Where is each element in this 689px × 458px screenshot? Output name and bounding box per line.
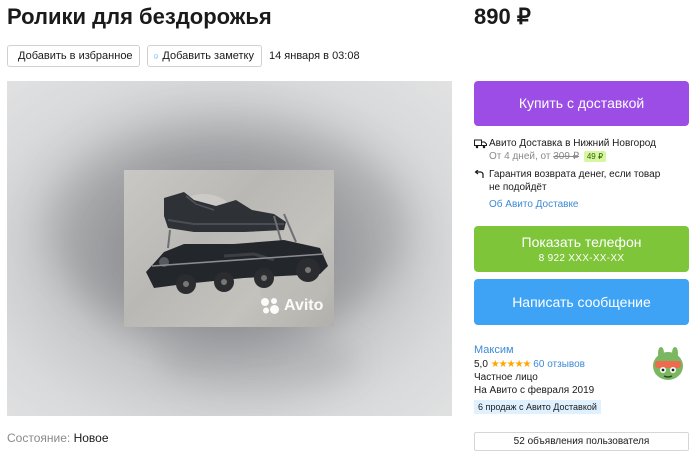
condition-label: Состояние:: [7, 431, 71, 445]
gallery-blur-background-lower: [157, 331, 357, 391]
show-phone-button[interactable]: Показать телефон 8 922 XXX-XX-XX: [474, 226, 689, 272]
sales-badge: 6 продаж с Авито Доставкой: [474, 400, 601, 414]
delivery-eta-text: От 4 дней, от: [489, 151, 551, 162]
condition-value: Новое: [73, 431, 109, 445]
delivery-eta: От 4 дней, от 309 ₽ 49 ₽: [474, 150, 660, 163]
truck-icon: [474, 137, 489, 150]
avito-watermark-text: Avito: [284, 297, 324, 314]
about-delivery-link[interactable]: Об Авито Доставке: [474, 198, 660, 211]
reviews-link[interactable]: 60 отзывов: [533, 359, 585, 370]
delivery-old-price: 309 ₽: [553, 151, 580, 162]
photo-gallery[interactable]: Avito: [7, 81, 452, 416]
show-phone-label: Показать телефон: [521, 234, 642, 250]
seller-ads-button[interactable]: 52 объявления пользователя: [474, 432, 689, 451]
delivery-price-badge: 49 ₽: [583, 151, 607, 162]
add-note-button[interactable]: Добавить заметку: [147, 45, 262, 67]
condition: Состояние: Новое: [7, 431, 109, 445]
publish-date: 14 января в 03:08: [269, 50, 360, 62]
return-arrow-icon: [474, 168, 489, 181]
delivery-info: Авито Доставка в Нижний Новгород От 4 дн…: [474, 137, 660, 211]
write-message-button[interactable]: Написать сообщение: [474, 279, 689, 325]
delivery-title: Авито Доставка в Нижний Новгород: [489, 138, 656, 149]
guarantee-line-1: Гарантия возврата денег, если товар: [489, 169, 661, 180]
add-note-label: Добавить заметку: [162, 50, 254, 62]
seller-card: Максим 5,0 ★★★★★ 60 отзывов Частное лицо…: [474, 344, 689, 414]
listing-price: 890 ₽: [474, 4, 531, 29]
add-to-favorites-label: Добавить в избранное: [18, 50, 133, 62]
avatar[interactable]: [650, 346, 686, 382]
guarantee-line-2: не подойдёт: [489, 182, 547, 193]
rating-stars: ★★★★★: [490, 359, 532, 370]
product-photo[interactable]: Avito: [124, 170, 334, 327]
avito-watermark: Avito: [260, 297, 323, 315]
note-icon: [154, 54, 159, 58]
rating-value: 5,0: [474, 359, 488, 370]
buy-with-delivery-button[interactable]: Купить с доставкой: [474, 81, 689, 126]
avito-logo-icon: [261, 298, 279, 314]
listing-title: Ролики для бездорожья: [7, 4, 272, 29]
masked-phone-number: 8 922 XXX-XX-XX: [538, 253, 625, 264]
seller-since: На Авито с февраля 2019: [474, 385, 595, 396]
add-to-favorites-button[interactable]: Добавить в избранное: [7, 45, 140, 67]
